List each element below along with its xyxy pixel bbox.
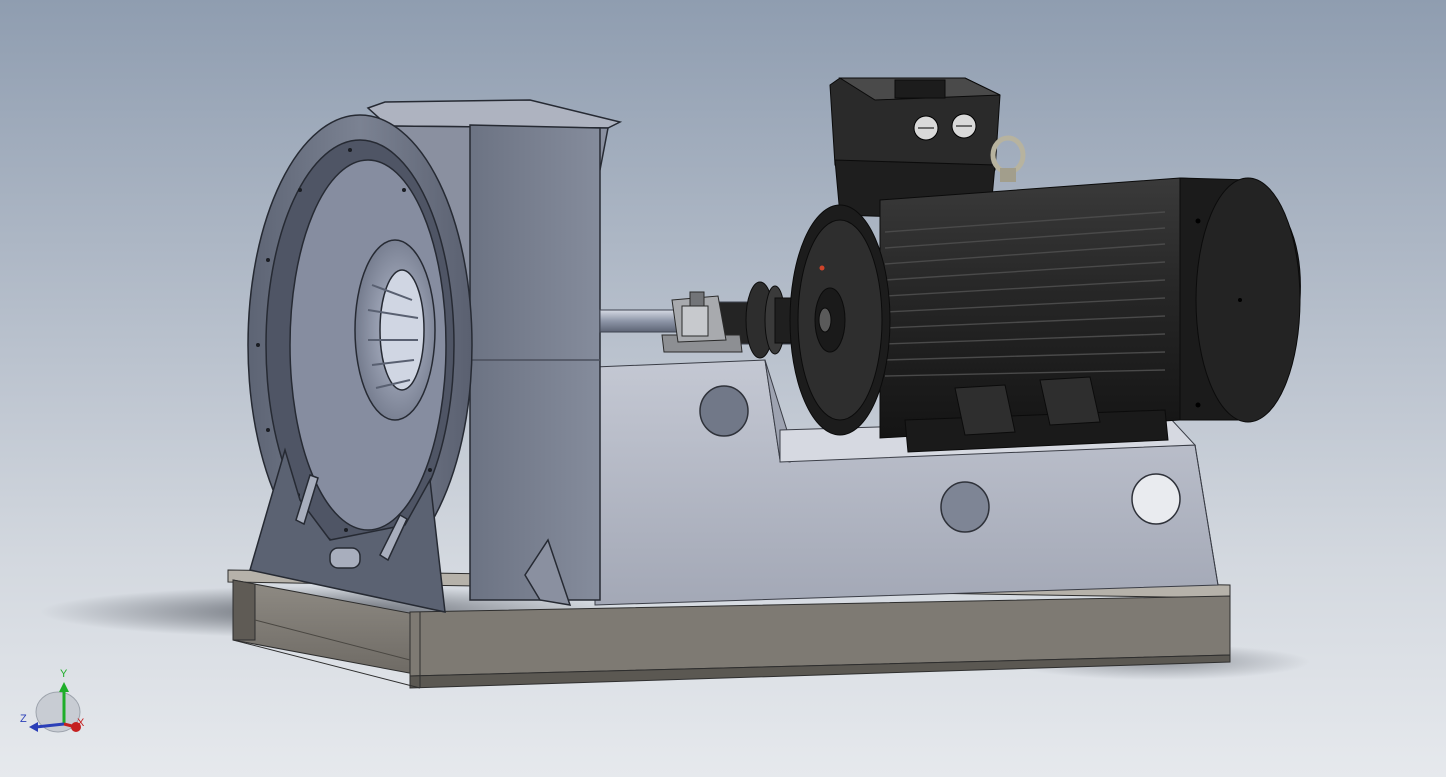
electric-motor[interactable] [789, 77, 1301, 453]
lifting-eye-bolt [990, 135, 1026, 182]
triad-y-label: Y [60, 668, 68, 680]
triad-z-label: Z [20, 713, 27, 725]
model-drawing[interactable] [0, 0, 1446, 777]
cad-graphics-viewport[interactable]: Y Z X [0, 0, 1446, 777]
view-orientation-triad[interactable] [29, 682, 81, 733]
triad-x-label: X [77, 717, 85, 729]
